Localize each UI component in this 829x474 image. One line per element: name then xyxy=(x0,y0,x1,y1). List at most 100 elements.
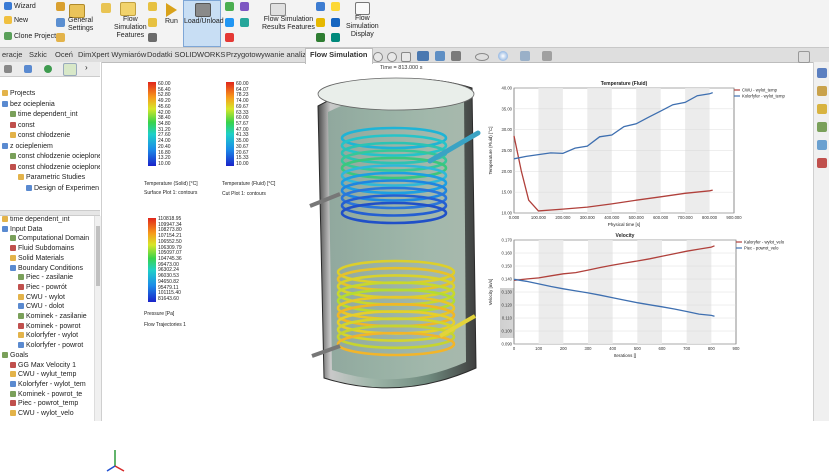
analysis-tree-item[interactable]: GG Max Velocity 1 xyxy=(10,361,76,369)
clone-project-button[interactable]: Clone Project xyxy=(14,33,56,41)
y-tick-label: 0.170 xyxy=(502,238,513,243)
clone-icon xyxy=(4,32,12,40)
analysis-tree-item[interactable]: Kolorfyfer - powrot xyxy=(18,342,83,349)
ribbon: Wizard New Clone Project General Setting… xyxy=(0,0,829,47)
appearances-icon[interactable] xyxy=(817,140,827,150)
view-palette-icon[interactable] xyxy=(817,122,827,132)
appearance-icon[interactable] xyxy=(498,51,508,61)
display-small-icon xyxy=(316,2,325,11)
analysis-tree-label: CWU - wylot xyxy=(26,293,65,301)
flow-analysis-tree-icon[interactable] xyxy=(63,63,77,76)
analysis-tree-item[interactable]: Piec - powrot_temp xyxy=(10,400,78,407)
project-tree-item[interactable]: const chłodzenie xyxy=(10,132,70,139)
y-tick-label: 0.100 xyxy=(502,329,513,334)
analysis-tree-label: GG Max Velocity 1 xyxy=(18,361,76,369)
project-tree-item[interactable]: time dependent_int xyxy=(10,111,78,118)
analysis-tree-item[interactable]: Kominek - powrot_te xyxy=(10,390,82,398)
tab-szkic[interactable]: Szkic xyxy=(29,50,47,59)
display-style-icon[interactable] xyxy=(451,51,461,61)
pressure-colorbar xyxy=(148,218,156,302)
analysis-tree-item[interactable]: CWU - wylut_temp xyxy=(10,371,76,378)
legend-caption: Flow Trajectories 1 xyxy=(144,322,186,328)
analysis-tree-label: time dependent_int xyxy=(10,216,70,223)
project-tree-item[interactable]: Parametric Studies xyxy=(18,174,85,181)
new-button[interactable]: New xyxy=(14,17,28,25)
x-tick-label: 200 xyxy=(560,346,568,351)
tree-scrollbar[interactable] xyxy=(94,216,101,421)
project-tree-label: const chłodzenie xyxy=(18,132,71,139)
flow-simulation-results-features-button[interactable]: Flow Simulation Results Features xyxy=(262,16,315,32)
panel-scroll-arrow-icon[interactable]: › xyxy=(85,63,88,72)
analysis-tree-item[interactable]: Kolorfyfer - wylot_tem xyxy=(10,380,86,388)
zoom-fit-icon[interactable] xyxy=(373,52,383,62)
tab-dodatki[interactable]: Dodatki SOLIDWORKS xyxy=(147,50,225,59)
flow-display-icon xyxy=(355,2,370,15)
project-tree-item[interactable]: const chłodzenie ocieplone xyxy=(10,163,100,171)
tree-node-icon xyxy=(2,225,8,232)
legend-title: Pressure [Pa] xyxy=(144,311,175,317)
section-view-icon[interactable] xyxy=(417,51,429,61)
analysis-tree-item[interactable]: Fluid Subdomains xyxy=(10,245,74,252)
project-tree-item[interactable]: Projects xyxy=(2,90,35,97)
display-manager-icon[interactable] xyxy=(44,65,52,73)
analysis-tree-item[interactable]: Boundary Conditions xyxy=(10,264,83,272)
panel-tab-bar: › xyxy=(0,62,100,77)
analysis-tree-item[interactable]: Input Data xyxy=(2,225,42,233)
project-tree-item[interactable]: z ociepleniem xyxy=(2,142,53,150)
project-tree-label: bez ocieplenia xyxy=(10,100,55,108)
legend-title: Temperature (Fluid) [°C] xyxy=(222,181,276,187)
settings-small-icon-2 xyxy=(56,18,65,27)
analysis-tree-item[interactable]: CWU - dolot xyxy=(18,303,64,310)
tab-dimxpert[interactable]: DimXpert Wymiarów xyxy=(78,50,146,59)
flow-simulation-display-button[interactable]: Flow Simulation Display xyxy=(346,15,379,39)
results-features-icon xyxy=(270,3,286,16)
zoom-area-icon[interactable] xyxy=(387,52,397,62)
wizard-button[interactable]: Wizard xyxy=(14,3,36,11)
run-button[interactable]: Run xyxy=(165,18,178,26)
tree-node-icon xyxy=(10,245,16,252)
file-explorer-icon[interactable] xyxy=(817,104,827,114)
analysis-tree-item[interactable]: Kominek - powrot xyxy=(18,322,80,330)
tab-przygotowywanie[interactable]: Przygotowywanie analizy xyxy=(226,50,310,59)
analysis-tree-item[interactable]: Computational Domain xyxy=(10,235,89,242)
x-tick-label: 200.000 xyxy=(555,215,571,220)
tab-operacje[interactable]: eracje xyxy=(2,50,22,59)
analysis-tree-item[interactable]: Kolorfyfer - wylot xyxy=(18,332,78,339)
view-settings-icon[interactable] xyxy=(542,51,552,61)
analysis-tree-item[interactable]: time dependent_int xyxy=(2,216,70,223)
analysis-tree-label: CWU - dolot xyxy=(26,303,65,311)
analysis-tree-item[interactable]: Solid Materials xyxy=(10,254,64,262)
load-unload-button[interactable]: Load/Unload xyxy=(184,18,224,26)
analysis-tree-item[interactable]: CWU - wylot_velo xyxy=(10,410,74,417)
temperature-chart: 10.0015.0020.0025.0030.0035.0040.000.000… xyxy=(488,81,785,227)
tank-model-view[interactable] xyxy=(300,66,500,406)
hide-show-icon[interactable] xyxy=(475,53,489,61)
tree-node-icon xyxy=(10,163,16,170)
analysis-tree-item[interactable]: CWU - wylot xyxy=(18,293,65,301)
scene-icon[interactable] xyxy=(520,51,530,61)
tab-ocen[interactable]: Oceń xyxy=(55,50,73,59)
project-tree-item[interactable]: const xyxy=(10,121,35,129)
analysis-tree-item[interactable]: Piec - powrót xyxy=(18,283,67,291)
restore-icon[interactable] xyxy=(798,51,810,63)
tree-node-icon xyxy=(10,371,16,378)
x-tick-label: 800 xyxy=(708,346,716,351)
project-tree-item[interactable]: bez ocieplenia xyxy=(2,100,55,108)
previous-view-icon[interactable] xyxy=(401,52,411,62)
analysis-tree-label: Fluid Subdomains xyxy=(18,245,75,253)
tab-flow-simulation[interactable]: Flow Simulation xyxy=(305,48,373,64)
legend-label: Kolorfyfer - wylot_temp xyxy=(742,94,785,99)
analysis-tree-item[interactable]: Piec - zasilanie xyxy=(18,274,73,281)
feature-manager-icon[interactable] xyxy=(4,65,12,73)
project-tree-item[interactable]: const chłodzenie ocieplone xyxy=(10,153,100,160)
solidworks-resources-icon[interactable] xyxy=(817,68,827,78)
view-orientation-icon[interactable] xyxy=(435,51,445,61)
general-settings-button[interactable]: General Settings xyxy=(68,17,93,33)
analysis-tree-item[interactable]: Kominek - zasilanie xyxy=(18,313,87,320)
property-manager-icon[interactable] xyxy=(24,65,32,73)
design-library-icon[interactable] xyxy=(817,86,827,96)
project-tree-item[interactable]: Design of Experimen xyxy=(26,184,99,192)
analysis-tree-item[interactable]: Goals xyxy=(2,351,28,359)
custom-properties-icon[interactable] xyxy=(817,158,827,168)
flow-simulation-features-button[interactable]: Flow Simulation Features xyxy=(114,16,147,40)
